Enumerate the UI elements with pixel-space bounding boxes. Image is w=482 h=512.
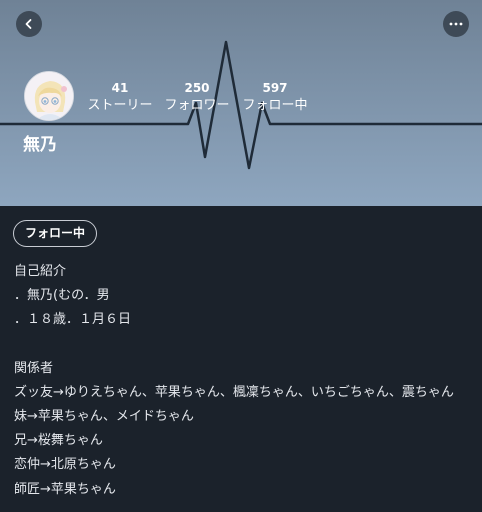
back-button[interactable] — [16, 11, 42, 37]
followers-label: フォロワー — [164, 98, 230, 113]
avatar-illustration — [25, 72, 73, 120]
relations-heading: 関係者 — [14, 360, 54, 376]
stories-count: 41 — [111, 81, 129, 95]
relation-line: 妹→苹果ちゃん、メイドちゃん — [14, 408, 194, 424]
following-label: フォロー中 — [242, 98, 308, 113]
bio-spacer — [14, 333, 474, 357]
display-name: 無乃 — [23, 135, 57, 155]
following-count: 597 — [262, 81, 288, 95]
profile-content: フォロー中 自己紹介 ．無乃(むの．男 ．１８歳．１月６日 関係者 ズッ友→ゆり… — [0, 206, 482, 512]
relation-line: 恋仲→北原ちゃん — [14, 457, 116, 473]
ellipsis-icon — [449, 22, 463, 26]
stories-label: ストーリー — [87, 98, 153, 113]
bio-heading: 自己紹介 — [14, 264, 67, 279]
more-options-button[interactable] — [443, 11, 469, 37]
stat-following[interactable]: 597 フォロー中 — [240, 81, 310, 114]
avatar[interactable] — [24, 71, 74, 121]
profile-header: 41 ストーリー 250 フォロワー 597 フォロー中 無乃 — [0, 0, 482, 206]
bio-text: 自己紹介 ．無乃(むの．男 ．１８歳．１月６日 関係者 ズッ友→ゆりえちゃん、苹… — [14, 260, 474, 502]
chevron-left-icon — [25, 19, 32, 29]
followers-count: 250 — [184, 81, 210, 95]
stat-stories[interactable]: 41 ストーリー — [86, 81, 154, 114]
bio-line: ．１８歳．１月６日 — [14, 312, 132, 328]
relation-line: 兄→桜舞ちゃん — [14, 433, 103, 449]
relation-line: 師匠→苹果ちゃん — [14, 481, 116, 497]
stat-followers[interactable]: 250 フォロワー — [163, 81, 231, 114]
bio-line: ．無乃(むの．男 — [14, 288, 110, 304]
following-button[interactable]: フォロー中 — [13, 220, 98, 247]
relation-line: ズッ友→ゆりえちゃん、苹果ちゃん、楓凜ちゃん、いちごちゃん、震ちゃん — [14, 384, 454, 400]
